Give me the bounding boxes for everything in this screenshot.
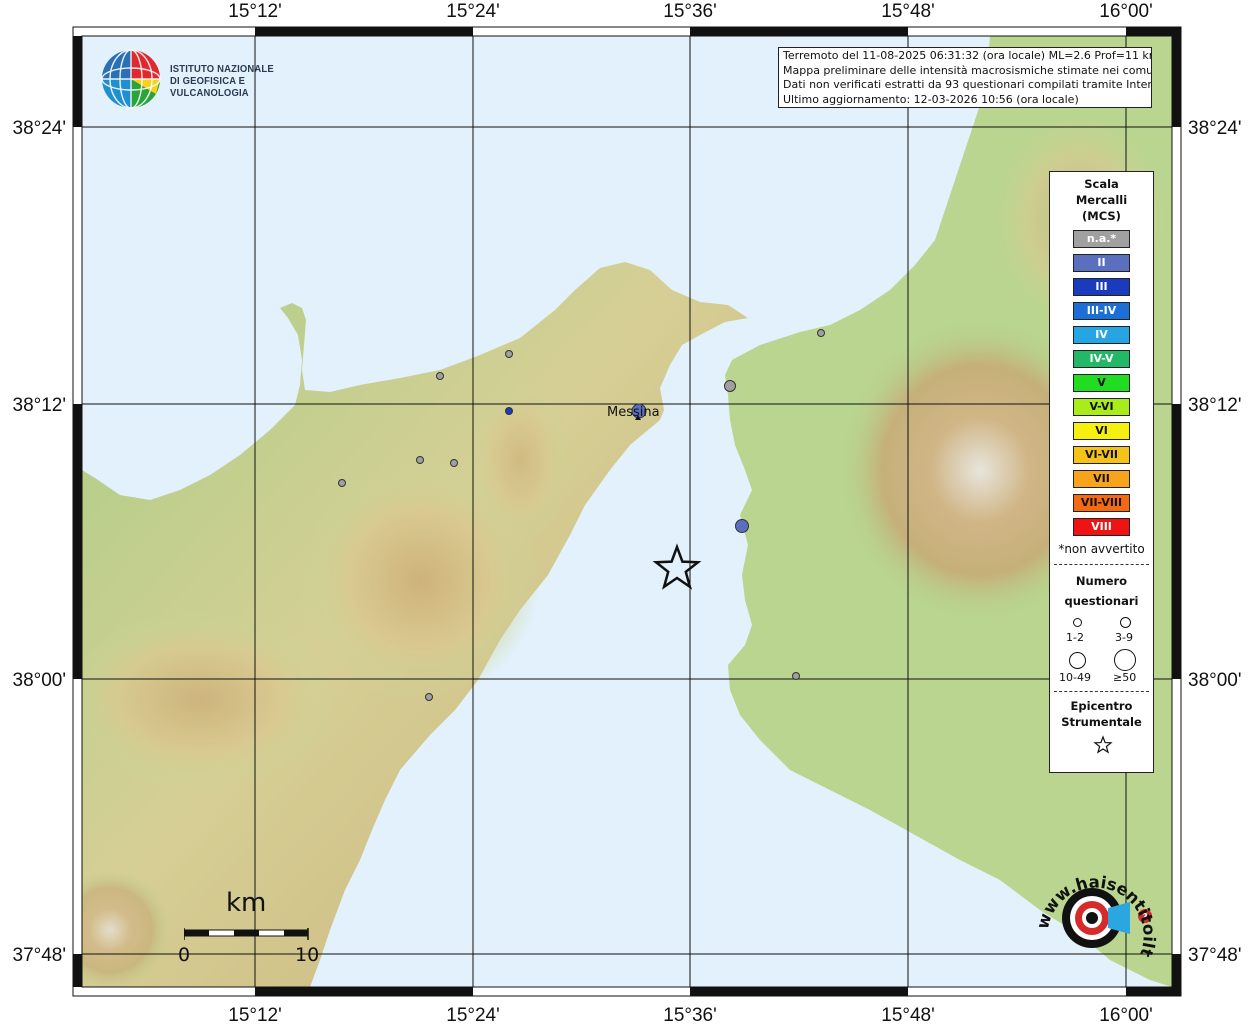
- size-circle-icon: [1114, 649, 1136, 671]
- info-line-3: Dati non verificati estratti da 93 quest…: [783, 78, 1152, 91]
- legend-title: Scala Mercalli (MCS): [1050, 176, 1153, 224]
- info-line-1: Terremoto del 11-08-2025 06:31:32 (ora l…: [783, 49, 1152, 62]
- intensity-swatch: n.a.*: [1073, 230, 1130, 248]
- lon-label-bottom: 15°36': [663, 1005, 717, 1024]
- questionnaire-size-key: 1-2 3-9 10-49 ≥50: [1050, 611, 1153, 691]
- epicenter-title-line: Strumentale: [1061, 715, 1142, 729]
- lat-label-left: 38°12': [13, 395, 67, 416]
- legend: Scala Mercalli (MCS) n.a.* II III III-IV IV I…: [1049, 171, 1154, 773]
- lat-label-right: 38°12': [1188, 395, 1242, 416]
- legend-note: *non avvertito: [1058, 542, 1145, 556]
- town-marker[interactable]: [792, 672, 800, 680]
- event-info-box: Terremoto del 11-08-2025 06:31:32 (ora l…: [778, 47, 1152, 108]
- town-marker[interactable]: [450, 459, 458, 467]
- intensity-swatch: VI: [1073, 422, 1130, 440]
- lat-label-left: 38°00': [13, 670, 67, 691]
- size-circle-icon: [1069, 652, 1086, 669]
- legend-title-line: Mercalli: [1075, 193, 1128, 207]
- target-icon: ? www.haisentitoilterremoto.it: [1021, 843, 1159, 959]
- lon-label-top: 15°36': [663, 1, 717, 22]
- questionnaires-title: Numero questionari: [1050, 571, 1153, 611]
- lon-label-top: 15°48': [881, 1, 935, 22]
- epicenter-title: Epicentro Strumentale: [1050, 698, 1153, 730]
- epicenter-title-line: Epicentro: [1070, 699, 1133, 713]
- city-label-messina: Messina: [607, 405, 660, 420]
- size-label: 1-2: [1066, 631, 1084, 644]
- town-marker[interactable]: [425, 693, 433, 701]
- star-icon: [1093, 735, 1113, 754]
- town-marker[interactable]: [817, 329, 825, 337]
- lon-label-bottom: 15°24': [446, 1005, 500, 1024]
- lon-label-top: 16°00': [1099, 1, 1153, 22]
- intensity-swatches: n.a.* II III III-IV IV IV-V V V-VI VI VI-VII VII VI…: [1050, 230, 1153, 536]
- lat-label-right: 37°48': [1188, 945, 1242, 966]
- lon-label-top: 15°12': [228, 1, 282, 22]
- legend-title-line: (MCS): [1082, 209, 1121, 223]
- intensity-swatch: VIII: [1073, 518, 1130, 536]
- logo-line-2: DI GEOFISICA E VULCANOLOGIA: [170, 75, 249, 99]
- scale-bar: km 0 10: [178, 888, 319, 968]
- town-marker[interactable]: [724, 380, 736, 392]
- lon-label-bottom: 15°48': [881, 1005, 935, 1024]
- scale-end: 10: [295, 944, 320, 966]
- intensity-swatch: II: [1073, 254, 1130, 272]
- town-marker[interactable]: [505, 350, 513, 358]
- intensity-swatch: III: [1073, 278, 1130, 296]
- legend-title-line: Scala: [1084, 177, 1119, 191]
- scale-unit: km: [226, 888, 267, 918]
- haisentito-badge[interactable]: ? www.haisentitoilterremoto.it: [1021, 843, 1165, 973]
- intensity-swatch: VI-VII: [1073, 446, 1130, 464]
- lon-label-bottom: 15°12': [228, 1005, 282, 1024]
- size-label: ≥50: [1113, 671, 1137, 684]
- legend-divider: [1054, 691, 1149, 692]
- lat-label-left: 38°24': [13, 118, 67, 139]
- town-marker[interactable]: [436, 372, 444, 380]
- ingv-logo: ISTITUTO NAZIONALE DI GEOFISICA E VULCAN…: [100, 48, 330, 110]
- size-circle-icon: [1073, 618, 1082, 627]
- scale-start: 0: [178, 944, 191, 966]
- town-marker[interactable]: [505, 407, 513, 415]
- town-marker[interactable]: [416, 456, 424, 464]
- intensity-swatch: IV: [1073, 326, 1130, 344]
- intensity-swatch: VII: [1073, 470, 1130, 488]
- legend-divider: [1054, 564, 1149, 565]
- size-label: 3-9: [1115, 631, 1133, 644]
- ingv-globe-icon: [101, 49, 161, 109]
- town-marker[interactable]: [735, 519, 749, 533]
- town-marker[interactable]: [338, 479, 346, 487]
- scale-bar-graphic: [184, 928, 309, 940]
- terrain-relief: [82, 870, 170, 987]
- info-line-4: Ultimo aggiornamento: 12-03-2026 10:56 (…: [783, 92, 1079, 106]
- lat-label-left: 37°48': [13, 945, 67, 966]
- questionnaires-title-line: Numero: [1075, 574, 1128, 588]
- questionnaires-title-line: questionari: [1064, 594, 1139, 608]
- intensity-swatch: III-IV: [1073, 302, 1130, 320]
- logo-line-1: ISTITUTO NAZIONALE: [170, 63, 274, 75]
- terrain-relief: [82, 610, 340, 790]
- size-label: 10-49: [1059, 671, 1091, 684]
- size-circle-icon: [1120, 617, 1131, 628]
- lon-label-bottom: 16°00': [1099, 1005, 1153, 1024]
- intensity-swatch: IV-V: [1073, 350, 1130, 368]
- intensity-swatch: VII-VIII: [1073, 494, 1130, 512]
- intensity-swatch: V-VI: [1073, 398, 1130, 416]
- lat-label-right: 38°24': [1188, 118, 1242, 139]
- lon-label-top: 15°24': [446, 1, 500, 22]
- info-line-2: Mappa preliminare delle intensità macros…: [783, 63, 1152, 77]
- intensity-swatch: V: [1073, 374, 1130, 392]
- lat-label-right: 38°00': [1188, 670, 1242, 691]
